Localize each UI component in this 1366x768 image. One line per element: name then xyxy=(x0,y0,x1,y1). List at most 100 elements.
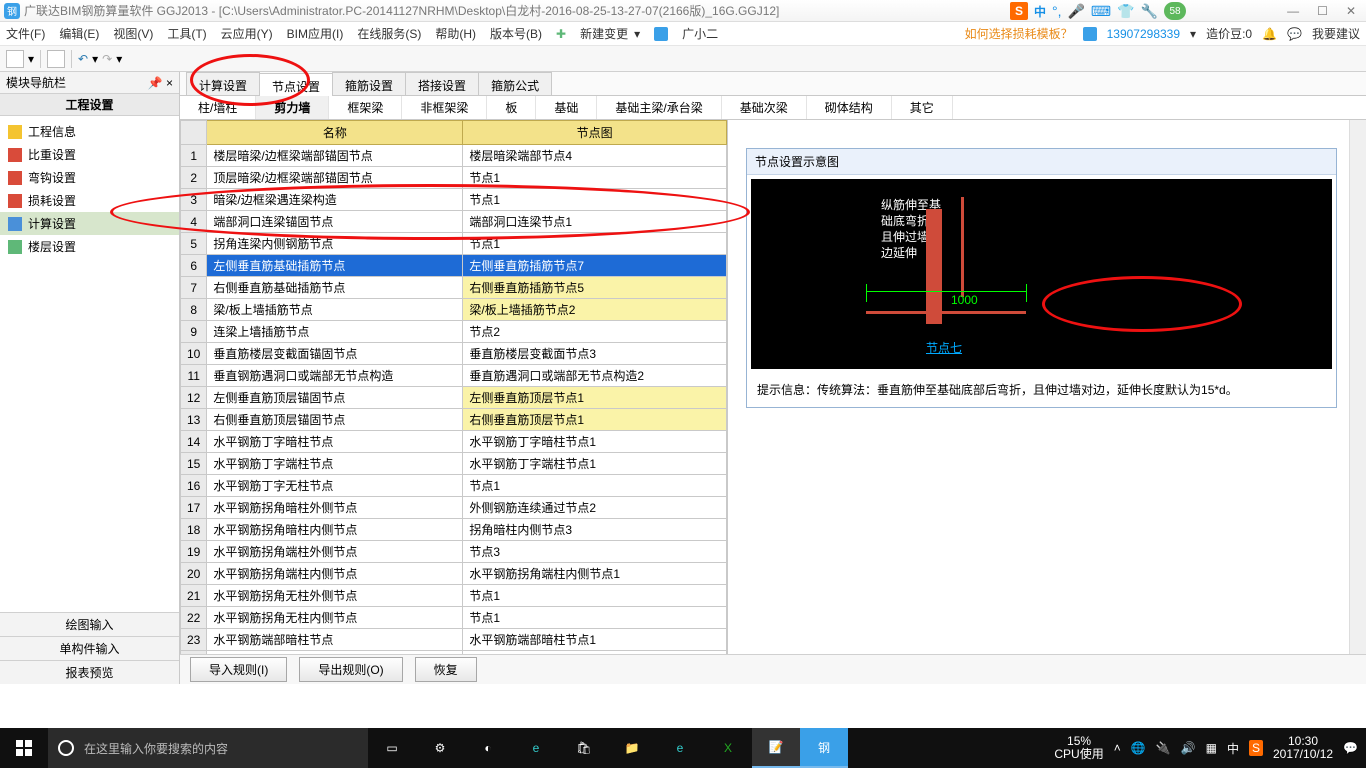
menu-bim[interactable]: BIM应用(I) xyxy=(287,25,344,42)
col-name[interactable]: 名称 xyxy=(207,121,463,145)
nav-item-3[interactable]: 损耗设置 xyxy=(0,189,179,212)
menu-online[interactable]: 在线服务(S) xyxy=(357,25,421,42)
col-node[interactable]: 节点图 xyxy=(463,121,727,145)
nav-btn-report[interactable]: 报表预览 xyxy=(0,660,179,684)
table-row[interactable]: 2顶层暗梁/边框梁端部锚固节点节点1 xyxy=(181,167,727,189)
nav-section-title[interactable]: 工程设置 xyxy=(0,94,179,116)
row-node[interactable]: 右侧垂直筋顶层节点1 xyxy=(463,409,727,431)
table-row[interactable]: 16水平钢筋丁字无柱节点节点1 xyxy=(181,475,727,497)
import-button[interactable]: 导入规则(I) xyxy=(190,657,287,682)
table-row[interactable]: 8梁/板上墙插筋节点梁/板上墙插筋节点2 xyxy=(181,299,727,321)
close-button[interactable]: ✕ xyxy=(1346,4,1356,18)
table-row[interactable]: 1楼层暗梁/边框梁端部锚固节点楼层暗梁端部节点4 xyxy=(181,145,727,167)
tray-up-icon[interactable]: ˄ xyxy=(1114,741,1121,755)
task-store-icon[interactable]: 🛍 xyxy=(560,728,608,768)
menu-tools[interactable]: 工具(T) xyxy=(167,25,206,42)
row-node[interactable]: 节点1 xyxy=(463,475,727,497)
category-tab-5[interactable]: 基础 xyxy=(536,96,597,119)
row-node[interactable]: 水平钢筋丁字暗柱节点1 xyxy=(463,431,727,453)
new-change-label[interactable]: 新建变更 xyxy=(580,25,628,42)
task-edge-icon[interactable]: e xyxy=(512,728,560,768)
feedback-icon[interactable]: 💬 xyxy=(1287,27,1302,41)
nav-item-1[interactable]: 比重设置 xyxy=(0,143,179,166)
nav-item-4[interactable]: 计算设置 xyxy=(0,212,179,235)
table-row[interactable]: 12左侧垂直筋顶层锚固节点左侧垂直筋顶层节点1 xyxy=(181,387,727,409)
redo-icon[interactable]: ↷ xyxy=(102,52,112,66)
tray-app-icon[interactable]: ▦ xyxy=(1206,741,1217,755)
table-row[interactable]: 4端部洞口连梁锚固节点端部洞口连梁节点1 xyxy=(181,211,727,233)
category-tab-4[interactable]: 板 xyxy=(487,96,536,119)
nav-item-5[interactable]: 楼层设置 xyxy=(0,235,179,258)
table-row[interactable]: 15水平钢筋丁字端柱节点水平钢筋丁字端柱节点1 xyxy=(181,453,727,475)
nav-item-0[interactable]: 工程信息 xyxy=(0,120,179,143)
tray-ime-lang[interactable]: 中 xyxy=(1227,740,1239,757)
ime-skin-icon[interactable]: 👕 xyxy=(1117,3,1134,20)
tray-vol-icon[interactable]: 🔊 xyxy=(1181,741,1196,755)
category-tab-9[interactable]: 其它 xyxy=(892,96,953,119)
settings-tab-3[interactable]: 搭接设置 xyxy=(405,72,479,95)
task-app-1[interactable]: ⚙ xyxy=(416,728,464,768)
settings-tab-1[interactable]: 节点设置 xyxy=(259,73,333,96)
table-row[interactable]: 20水平钢筋拐角端柱内侧节点水平钢筋拐角端柱内侧节点1 xyxy=(181,563,727,585)
row-node[interactable]: 节点1 xyxy=(463,607,727,629)
start-button[interactable] xyxy=(0,728,48,768)
settings-tab-0[interactable]: 计算设置 xyxy=(186,72,260,95)
table-row[interactable]: 17水平钢筋拐角暗柱外侧节点外侧钢筋连续通过节点2 xyxy=(181,497,727,519)
category-tab-6[interactable]: 基础主梁/承台梁 xyxy=(597,96,721,119)
table-row[interactable]: 7右侧垂直筋基础插筋节点右侧垂直筋插筋节点5 xyxy=(181,277,727,299)
category-tab-2[interactable]: 框架梁 xyxy=(329,96,402,119)
row-node[interactable]: 左侧垂直筋插筋节点7 xyxy=(463,255,727,277)
ime-lang[interactable]: 中 xyxy=(1034,3,1046,20)
username[interactable]: 广小二 xyxy=(682,25,718,42)
nav-btn-single[interactable]: 单构件输入 xyxy=(0,636,179,660)
cpu-meter[interactable]: 15% CPU使用 xyxy=(1054,735,1103,761)
bell-icon[interactable]: 🔔 xyxy=(1262,27,1277,41)
table-row[interactable]: 5拐角连梁内侧钢筋节点节点1 xyxy=(181,233,727,255)
scrollbar[interactable] xyxy=(1349,120,1366,654)
restore-button[interactable]: 恢复 xyxy=(415,657,477,682)
row-node[interactable]: 垂直筋遇洞口或端部无节点构造2 xyxy=(463,365,727,387)
tray-clock[interactable]: 10:30 2017/10/12 xyxy=(1273,735,1333,761)
task-view-icon[interactable]: ▭ xyxy=(368,728,416,768)
tray-net-icon[interactable]: 🌐 xyxy=(1131,741,1146,755)
col-index[interactable] xyxy=(181,121,207,145)
row-node[interactable]: 楼层暗梁端部节点4 xyxy=(463,145,727,167)
row-node[interactable]: 节点1 xyxy=(463,585,727,607)
tip-link[interactable]: 如何选择损耗模板？ xyxy=(965,25,1073,42)
export-button[interactable]: 导出规则(O) xyxy=(299,657,402,682)
row-node[interactable]: 节点1 xyxy=(463,233,727,255)
tray-notif-icon[interactable]: 💬 xyxy=(1343,741,1358,755)
table-row[interactable]: 22水平钢筋拐角无柱内侧节点节点1 xyxy=(181,607,727,629)
category-tab-3[interactable]: 非框架梁 xyxy=(402,96,487,119)
category-tab-1[interactable]: 剪力墙 xyxy=(256,96,329,119)
ime-badge[interactable]: 58 xyxy=(1164,2,1186,20)
nav-btn-draw[interactable]: 绘图输入 xyxy=(0,612,179,636)
nav-item-2[interactable]: 弯钩设置 xyxy=(0,166,179,189)
table-row[interactable]: 23水平钢筋端部暗柱节点水平钢筋端部暗柱节点1 xyxy=(181,629,727,651)
settings-tab-2[interactable]: 箍筋设置 xyxy=(332,72,406,95)
ime-kbd-icon[interactable]: ⌨ xyxy=(1091,3,1111,20)
tray-power-icon[interactable]: 🔌 xyxy=(1156,741,1171,755)
row-node[interactable]: 右侧垂直筋插筋节点5 xyxy=(463,277,727,299)
task-excel-icon[interactable]: X xyxy=(704,728,752,768)
phone-number[interactable]: 13907298339 xyxy=(1107,27,1180,41)
dropdown-icon[interactable]: ▾ xyxy=(634,27,640,41)
tool-dropdown-icon[interactable]: ▾ xyxy=(28,52,34,66)
task-ie-icon[interactable]: e xyxy=(656,728,704,768)
table-row[interactable]: 10垂直筋楼层变截面锚固节点垂直筋楼层变截面节点3 xyxy=(181,343,727,365)
row-node[interactable]: 节点2 xyxy=(463,321,727,343)
row-node[interactable]: 节点1 xyxy=(463,167,727,189)
undo-dropdown-icon[interactable]: ▾ xyxy=(92,52,98,66)
menu-view[interactable]: 视图(V) xyxy=(113,25,153,42)
redo-dropdown-icon[interactable]: ▾ xyxy=(116,52,122,66)
canvas-node-link[interactable]: 节点七 xyxy=(926,339,962,356)
nav-pin-icon[interactable]: 📌 × xyxy=(148,76,173,90)
table-row[interactable]: 9连梁上墙插筋节点节点2 xyxy=(181,321,727,343)
undo-icon[interactable]: ↶ xyxy=(78,52,88,66)
task-explorer-icon[interactable]: 📁 xyxy=(608,728,656,768)
category-tab-0[interactable]: 柱/墙柱 xyxy=(180,96,256,119)
tool-open-icon[interactable] xyxy=(6,50,24,68)
task-glodon-icon[interactable]: 钢 xyxy=(800,728,848,768)
category-tab-7[interactable]: 基础次梁 xyxy=(722,96,807,119)
table-row[interactable]: 21水平钢筋拐角无柱外侧节点节点1 xyxy=(181,585,727,607)
